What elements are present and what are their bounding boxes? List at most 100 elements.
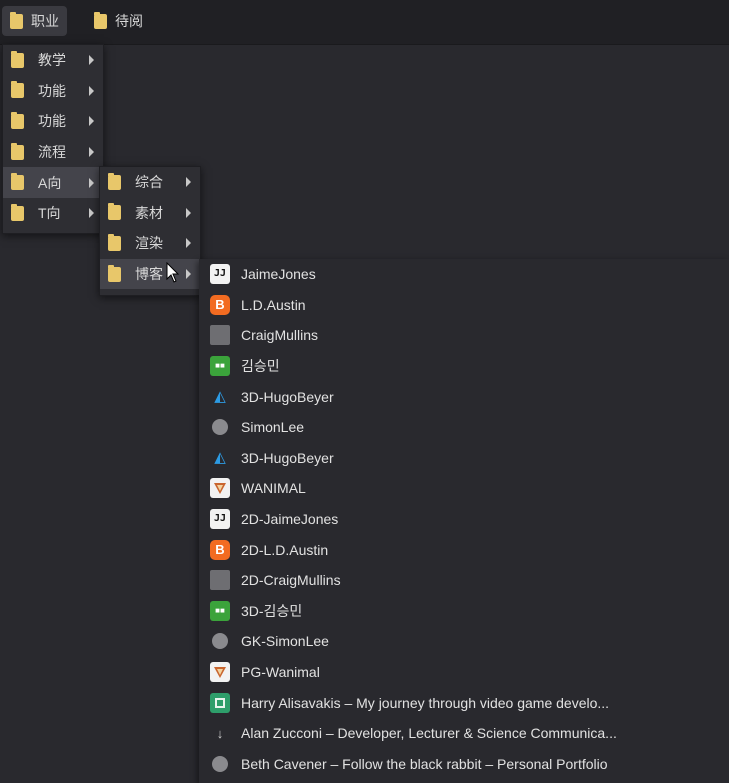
bookmark-item[interactable]: ◭ 3D-HugoBeyer: [199, 443, 729, 474]
bookmark-label: 3D-HugoBeyer: [241, 388, 334, 405]
bookmark-item[interactable]: CraigMullins: [199, 320, 729, 351]
submenu-arrow-icon: [89, 55, 94, 66]
bookmark-label: Harry Alisavakis – My journey through vi…: [241, 694, 610, 711]
bookmark-label: 김승민: [241, 358, 280, 375]
menu-item-a-xiang[interactable]: A向: [3, 167, 103, 198]
bookmark-item[interactable]: Harry Alisavakis – My journey through vi…: [199, 687, 729, 718]
menu-item-label: 渲染: [135, 235, 163, 252]
menu-item-zonghe[interactable]: 综合: [100, 167, 200, 198]
bookmark-item[interactable]: ◭ 3D-HugoBeyer: [199, 381, 729, 412]
menu-item-label: 综合: [135, 174, 163, 191]
browser-bookmark-view: 职业 待阅 教学 功能 功能 流程 A向 T向 综合 素材 渲染 博客 JJ J…: [0, 0, 729, 783]
bookmark-item[interactable]: JJ 2D-JaimeJones: [199, 504, 729, 535]
wanimal-icon: [210, 662, 230, 683]
folder-icon: [108, 264, 121, 282]
menu-item-label: 博客: [135, 266, 163, 283]
bookmark-label: 3D-김승민: [241, 602, 303, 619]
globe-icon: [212, 419, 228, 436]
folder-icon: [11, 203, 24, 221]
menu-item-liucheng[interactable]: 流程: [3, 137, 103, 168]
blogger-icon: B: [210, 294, 230, 315]
menu-item-xuanran[interactable]: 渲染: [100, 228, 200, 259]
bookmark-folder-label: 待阅: [115, 13, 143, 29]
bookmark-item[interactable]: B L.D.Austin: [199, 290, 729, 321]
bookmark-item[interactable]: 2D-CraigMullins: [199, 565, 729, 596]
folder-icon: [108, 172, 121, 190]
menu-item-label: 流程: [38, 144, 66, 161]
folder-icon: [108, 203, 121, 221]
jj-icon: JJ: [210, 264, 230, 285]
artstation-icon: ◭: [214, 388, 226, 406]
bookmark-label: L.D.Austin: [241, 296, 306, 313]
wanimal-icon-shape: [214, 483, 226, 495]
bookmark-label: Alan Zucconi – Developer, Lecturer & Sci…: [241, 725, 617, 742]
submenu-arrow-icon: [89, 147, 94, 158]
folder-icon: [11, 142, 24, 160]
bookmark-item[interactable]: ■■ 김승민: [199, 351, 729, 382]
bookmark-label: 3D-HugoBeyer: [241, 449, 334, 466]
bookmark-label: Beth Cavener – Follow the black rabbit –…: [241, 755, 608, 772]
submenu-arrow-icon: [186, 269, 191, 280]
bookmark-folder-label: 职业: [31, 13, 59, 29]
submenu-arrow-icon: [89, 208, 94, 219]
folder-menu-level2: 综合 素材 渲染 博客: [99, 166, 201, 296]
menu-item-label: A向: [38, 174, 62, 191]
blogger-icon: B: [210, 539, 230, 560]
bookmark-label: PG-Wanimal: [241, 664, 320, 681]
jj-icon: JJ: [210, 509, 230, 530]
submenu-arrow-icon: [89, 177, 94, 188]
submenu-arrow-icon: [89, 116, 94, 127]
menu-item-label: 教学: [38, 52, 66, 69]
bookmark-item[interactable]: ↓ Alan Zucconi – Developer, Lecturer & S…: [199, 718, 729, 749]
bookmark-item[interactable]: B 2D-L.D.Austin: [199, 534, 729, 565]
bookmark-label: GK-SimonLee: [241, 633, 329, 650]
folder-menu-level1: 教学 功能 功能 流程 A向 T向: [2, 44, 104, 234]
bookmark-bar: 职业 待阅: [0, 0, 729, 45]
menu-item-gongneng-1[interactable]: 功能: [3, 76, 103, 107]
game-icon: ■■: [210, 356, 230, 377]
globe-icon: [212, 633, 228, 650]
submenu-arrow-icon: [89, 85, 94, 96]
bookmark-item[interactable]: ■■ 3D-김승민: [199, 596, 729, 627]
menu-item-gongneng-2[interactable]: 功能: [3, 106, 103, 137]
menu-item-boke[interactable]: 博客: [100, 258, 200, 290]
bookmark-item[interactable]: GK-SimonLee: [199, 626, 729, 657]
bookmark-folder-daiyue[interactable]: 待阅: [86, 6, 151, 36]
bookmark-item[interactable]: WANIMAL: [199, 473, 729, 504]
globe-icon: [212, 755, 228, 772]
folder-icon: [108, 233, 121, 251]
bookmark-item[interactable]: SimonLee: [199, 412, 729, 443]
menu-item-label: 素材: [135, 204, 163, 221]
submenu-arrow-icon: [186, 238, 191, 249]
wanimal-icon: [210, 478, 230, 499]
folder-icon: [11, 173, 24, 191]
bookmark-item[interactable]: PG-Wanimal: [199, 657, 729, 688]
cube-icon: [210, 325, 230, 346]
folder-icon: [94, 11, 107, 29]
menu-item-label: 功能: [38, 82, 66, 99]
submenu-arrow-icon: [186, 207, 191, 218]
menu-item-t-xiang[interactable]: T向: [3, 198, 103, 229]
cube-icon: [210, 570, 230, 591]
menu-item-label: 功能: [38, 113, 66, 130]
bookmark-label: SimonLee: [241, 419, 305, 436]
bookmark-list: JJ JaimeJones B L.D.Austin CraigMullins …: [199, 259, 729, 783]
menu-item-jiaoxue[interactable]: 教学: [3, 45, 103, 76]
bookmark-folder-zhiye[interactable]: 职业: [2, 6, 67, 36]
game-icon: ■■: [210, 600, 230, 621]
bookmark-item[interactable]: Beth Cavener – Follow the black rabbit –…: [199, 749, 729, 780]
folder-icon: [11, 81, 24, 99]
alan-icon: ↓: [216, 725, 224, 741]
bookmark-label: 2D-L.D.Austin: [241, 541, 329, 558]
bookmark-label: WANIMAL: [241, 480, 306, 497]
bookmark-label: CraigMullins: [241, 327, 319, 344]
bookmark-label: JaimeJones: [241, 266, 316, 283]
folder-icon: [11, 50, 24, 68]
harry-icon-shape: [215, 697, 225, 708]
mouse-cursor-icon: [166, 262, 180, 283]
folder-icon: [11, 111, 24, 129]
menu-item-sucai[interactable]: 素材: [100, 198, 200, 229]
submenu-arrow-icon: [186, 177, 191, 188]
menu-item-label: T向: [38, 205, 61, 222]
bookmark-item[interactable]: JJ JaimeJones: [199, 259, 729, 290]
